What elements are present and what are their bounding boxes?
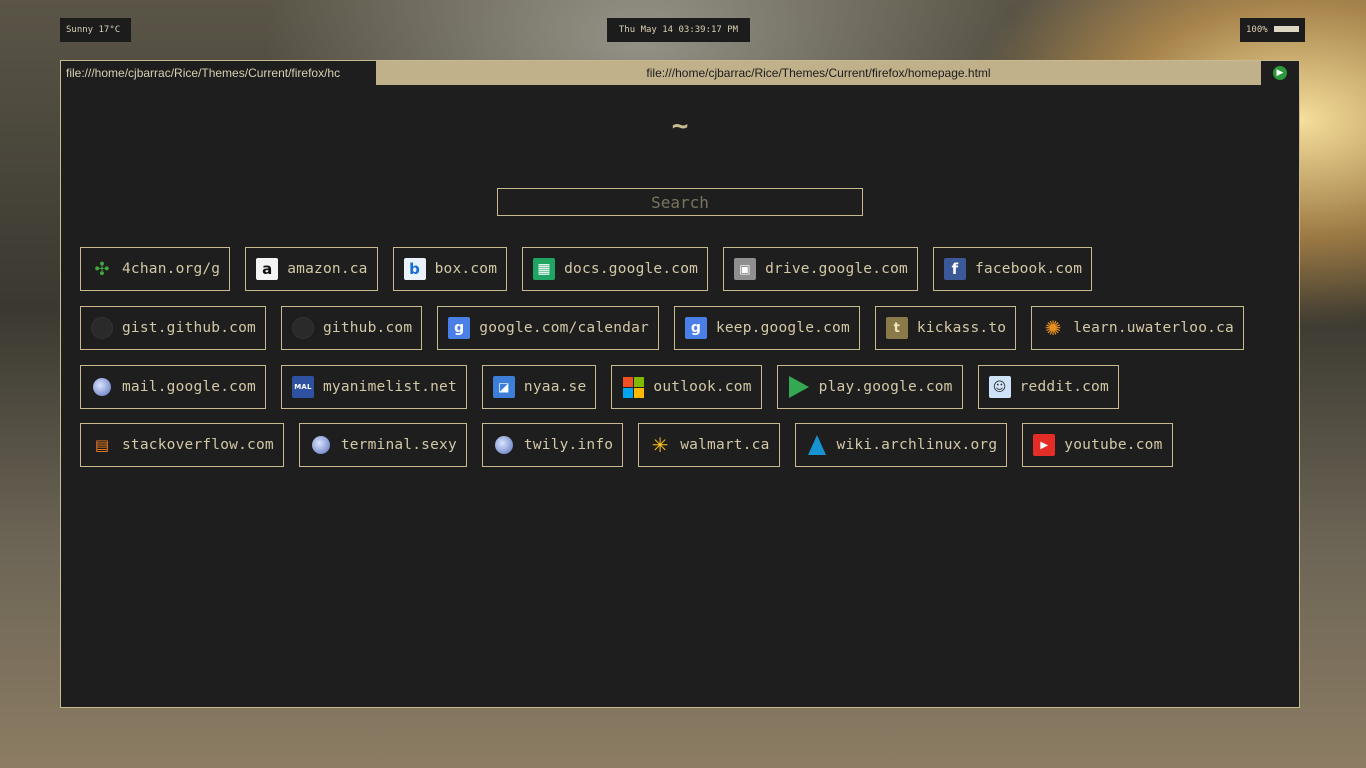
- box-icon: b: [403, 258, 426, 280]
- bookmark-link[interactable]: a amazon.ca: [245, 247, 378, 291]
- bookmark-link[interactable]: wiki.archlinux.org: [794, 423, 1008, 467]
- bookmark-row: ▤ stackoverflow.com terminal.sexy twily.inf…: [80, 423, 1188, 467]
- battery-percent: 100%: [1246, 25, 1268, 35]
- browser-window: file:///home/cjbarrac/Rice/Themes/Curren…: [60, 60, 1300, 708]
- bookmark-row: gist.github.com github.com g google.com/cal…: [80, 306, 1259, 350]
- walmart-spark-icon: ✳: [651, 433, 669, 457]
- bookmark-label: facebook.com: [974, 261, 1083, 277]
- extension-pushbullet-icon[interactable]: ▶: [1273, 66, 1287, 80]
- bookmark-link[interactable]: outlook.com: [611, 365, 762, 409]
- myanimelist-icon: MAL: [291, 376, 314, 398]
- battery-widget: 100%: [1240, 18, 1305, 42]
- bookmark-link[interactable]: f facebook.com: [932, 247, 1093, 291]
- stackoverflow-icon: ▤: [94, 436, 110, 454]
- google-icon: g: [684, 317, 707, 339]
- kickass-shield-icon: t: [885, 317, 908, 339]
- bookmark-label: gist.github.com: [122, 320, 256, 336]
- bookmark-label: docs.google.com: [564, 261, 699, 277]
- bookmark-label: google.com/calendar: [479, 320, 649, 336]
- bookmark-label: outlook.com: [653, 379, 752, 395]
- google-drive-icon: ▣: [734, 258, 757, 280]
- uwaterloo-icon: ✺: [1044, 316, 1062, 340]
- bookmark-row: ✣ 4chan.org/g a amazon.ca b box.com ▦ docs.goog…: [80, 247, 1107, 291]
- bookmark-link[interactable]: ▦ docs.google.com: [522, 247, 709, 291]
- bookmark-link[interactable]: ▤ stackoverflow.com: [80, 423, 284, 467]
- globe-icon: [91, 376, 113, 398]
- amazon-icon: a: [256, 258, 279, 280]
- bookmark-link[interactable]: ▶ youtube.com: [1022, 423, 1173, 467]
- bookmark-link[interactable]: ✳ walmart.ca: [638, 423, 780, 467]
- bookmark-label: mail.google.com: [122, 379, 256, 395]
- bookmark-label: 4chan.org/g: [122, 261, 221, 277]
- bookmark-link[interactable]: gist.github.com: [80, 306, 266, 350]
- tab-homepage[interactable]: file:///home/cjbarrac/Rice/Themes/Curren…: [61, 61, 376, 85]
- archlinux-icon: [806, 434, 828, 456]
- nyaa-icon: ◪: [492, 376, 515, 398]
- bookmark-link[interactable]: MAL myanimelist.net: [280, 365, 467, 409]
- bookmark-link[interactable]: b box.com: [392, 247, 508, 291]
- bookmark-link[interactable]: g google.com/calendar: [437, 306, 659, 350]
- bookmark-link[interactable]: terminal.sexy: [298, 423, 467, 467]
- google-sheets-icon: ▦: [533, 258, 556, 280]
- search-input[interactable]: [497, 188, 863, 216]
- microsoft-icon: [622, 376, 644, 398]
- bookmark-label: learn.uwaterloo.ca: [1073, 320, 1234, 336]
- bookmark-link[interactable]: twily.info: [481, 423, 624, 467]
- bookmark-label: walmart.ca: [680, 437, 770, 453]
- bookmark-label: reddit.com: [1019, 379, 1109, 395]
- bookmark-link[interactable]: g keep.google.com: [673, 306, 860, 350]
- reddit-icon: ☺: [988, 376, 1011, 398]
- bookmark-label: box.com: [434, 261, 498, 277]
- bookmark-label: nyaa.se: [523, 379, 587, 395]
- bookmark-link[interactable]: mail.google.com: [80, 365, 266, 409]
- bookmark-link[interactable]: t kickass.to: [874, 306, 1017, 350]
- globe-icon: [493, 434, 515, 456]
- bookmark-link[interactable]: ☺ reddit.com: [977, 365, 1119, 409]
- bookmark-label: wiki.archlinux.org: [836, 437, 998, 453]
- url-bar[interactable]: file:///home/cjbarrac/Rice/Themes/Curren…: [376, 61, 1261, 85]
- bookmark-label: github.com: [322, 320, 413, 336]
- bookmark-link[interactable]: ▣ drive.google.com: [723, 247, 918, 291]
- browser-toolbar: file:///home/cjbarrac/Rice/Themes/Curren…: [61, 61, 1299, 85]
- google-play-icon: [788, 376, 810, 398]
- facebook-icon: f: [943, 258, 966, 280]
- google-icon: g: [448, 317, 471, 339]
- bookmark-label: stackoverflow.com: [122, 437, 274, 453]
- bookmark-label: twily.info: [523, 437, 614, 453]
- battery-level-icon: [1274, 26, 1299, 32]
- page-title: ~: [671, 109, 689, 142]
- bookmark-link[interactable]: ✺ learn.uwaterloo.ca: [1031, 306, 1244, 350]
- github-icon: [291, 317, 314, 339]
- 4chan-clover-icon: ✣: [91, 258, 113, 280]
- bookmark-label: play.google.com: [818, 379, 953, 395]
- clock-widget: Thu May 14 03:39:17 PM: [607, 18, 750, 42]
- bookmark-label: keep.google.com: [715, 320, 850, 336]
- bookmark-link[interactable]: ✣ 4chan.org/g: [80, 247, 231, 291]
- bookmark-label: kickass.to: [916, 320, 1007, 336]
- weather-widget: Sunny 17°C: [60, 18, 131, 42]
- bookmark-link[interactable]: play.google.com: [776, 365, 963, 409]
- bookmark-link[interactable]: ◪ nyaa.se: [481, 365, 597, 409]
- bookmark-row: mail.google.com MAL myanimelist.net ◪ nyaa.s…: [80, 365, 1134, 409]
- bookmark-link[interactable]: github.com: [280, 306, 423, 350]
- bookmark-label: amazon.ca: [287, 261, 368, 277]
- bookmark-label: myanimelist.net: [322, 379, 457, 395]
- github-icon: [91, 317, 113, 339]
- extension-area: ▶: [1261, 61, 1299, 85]
- bookmark-label: terminal.sexy: [340, 437, 457, 453]
- bookmark-label: drive.google.com: [765, 261, 908, 277]
- youtube-icon: ▶: [1033, 434, 1056, 456]
- globe-icon: [310, 434, 332, 456]
- bookmark-label: youtube.com: [1064, 437, 1163, 453]
